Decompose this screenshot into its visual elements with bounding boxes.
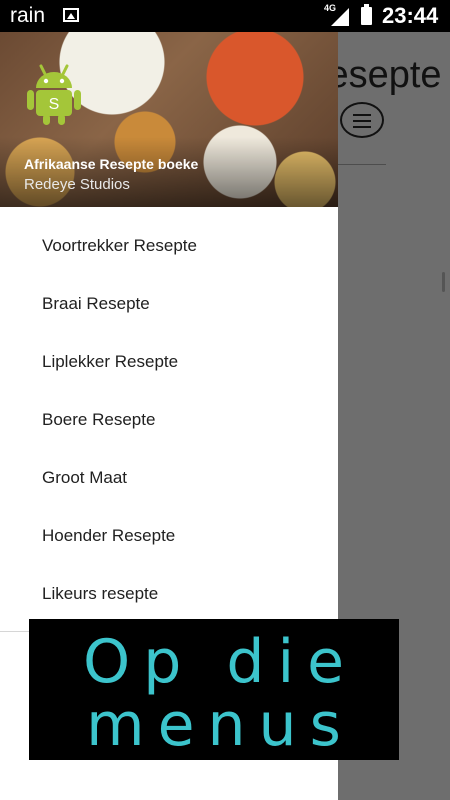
drawer-menu-list: Voortrekker Resepte Braai Resepte Liplek…: [0, 217, 338, 623]
caption-line-1: Op die: [82, 627, 358, 697]
scrollbar: [442, 272, 445, 292]
drawer-header: S Afrikaanse Resepte boeke Redeye Studio…: [0, 32, 338, 207]
battery-icon: [361, 4, 372, 25]
logo-letter: S: [49, 96, 60, 113]
status-time: 23:44: [382, 3, 439, 28]
hamburger-icon[interactable]: [340, 102, 384, 138]
drawer-header-title: Afrikaanse Resepte boeke: [24, 156, 199, 172]
android-robot-icon: S: [27, 64, 81, 125]
image-icon: [63, 8, 79, 22]
divider: [338, 164, 386, 165]
menu-item-braai-resepte[interactable]: Braai Resepte: [0, 275, 338, 333]
status-bar: rain 4G 23:44: [0, 0, 450, 32]
carrier-name: rain: [10, 4, 46, 27]
menu-item-liplekker-resepte[interactable]: Liplekker Resepte: [0, 333, 338, 391]
background-app-title: Resepte: [338, 54, 442, 96]
menu-item-likeurs-resepte[interactable]: Likeurs resepte: [0, 565, 338, 623]
drawer-header-subtitle: Redeye Studios: [24, 176, 130, 193]
signal-icon: [331, 8, 349, 26]
menu-item-hoender-resepte[interactable]: Hoender Resepte: [0, 507, 338, 565]
caption-line-2: menus: [86, 690, 354, 760]
caption-overlay: Op die menus: [29, 619, 399, 760]
menu-item-groot-maat[interactable]: Groot Maat: [0, 449, 338, 507]
menu-item-voortrekker-resepte[interactable]: Voortrekker Resepte: [0, 217, 338, 275]
menu-item-boere-resepte[interactable]: Boere Resepte: [0, 391, 338, 449]
